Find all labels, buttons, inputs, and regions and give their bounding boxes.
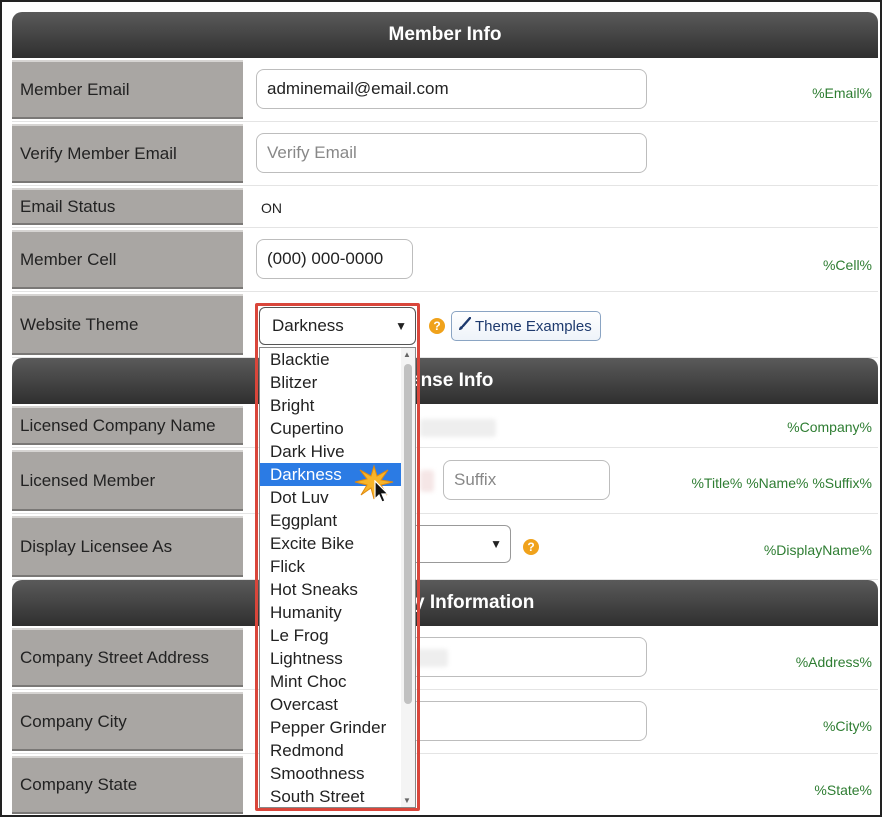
member-cell-label: Member Cell bbox=[12, 230, 243, 289]
redacted-name-field bbox=[420, 470, 434, 492]
row-member-email: Member Email adminemail@email.com %Email… bbox=[12, 58, 878, 122]
state-merge-code: %State% bbox=[814, 782, 872, 798]
email-status-value: ON bbox=[261, 200, 282, 216]
help-icon[interactable]: ? bbox=[523, 539, 539, 555]
website-theme-label: Website Theme bbox=[12, 294, 243, 355]
mouse-cursor-icon bbox=[374, 479, 390, 509]
member-merge-code: %Title% %Name% %Suffix% bbox=[691, 475, 872, 491]
row-email-status: Email Status ON bbox=[12, 186, 878, 228]
help-icon[interactable]: ? bbox=[429, 318, 445, 334]
cell-merge-code: %Cell% bbox=[822, 257, 872, 273]
member-email-input[interactable]: adminemail@email.com bbox=[256, 69, 647, 109]
theme-examples-button[interactable]: Theme Examples bbox=[451, 311, 601, 341]
member-email-label: Member Email bbox=[12, 60, 243, 119]
company-street-label: Company Street Address bbox=[12, 628, 243, 687]
address-merge-code: %Address% bbox=[795, 654, 872, 670]
company-city-input[interactable] bbox=[406, 701, 647, 741]
page-frame: Member Info Member Email adminemail@emai… bbox=[0, 0, 882, 817]
row-company-city: Company City %City% bbox=[12, 690, 878, 754]
row-display-licensee: Display Licensee As ▼ ? %DisplayName% bbox=[12, 514, 878, 580]
member-cell-input[interactable]: (000) 000-0000 bbox=[256, 239, 413, 279]
row-website-theme: Website Theme ? Theme Examples bbox=[12, 292, 878, 358]
member-email-value: adminemail@email.com bbox=[267, 79, 449, 98]
verify-email-input[interactable]: Verify Email bbox=[256, 133, 647, 173]
licensed-member-label: Licensed Member bbox=[12, 450, 243, 511]
display-name-merge-code: %DisplayName% bbox=[763, 542, 872, 558]
member-cell-value: (000) 000-0000 bbox=[267, 249, 384, 268]
row-company-state: Company State %State% bbox=[12, 754, 878, 816]
row-company-street: Company Street Address %Address% bbox=[12, 626, 878, 690]
verify-email-label: Verify Member Email bbox=[12, 124, 243, 183]
email-status-label: Email Status bbox=[12, 188, 243, 225]
section-title: y Information bbox=[414, 592, 535, 613]
verify-email-placeholder: Verify Email bbox=[267, 143, 357, 162]
display-licensee-select[interactable]: ▼ bbox=[406, 525, 511, 563]
company-state-label: Company State bbox=[12, 756, 243, 814]
row-licensed-member: Licensed Member Suffix %Title% %Name% %S… bbox=[12, 448, 878, 514]
company-merge-code: %Company% bbox=[787, 419, 872, 435]
chevron-down-icon: ▼ bbox=[490, 537, 502, 551]
redacted-company-name bbox=[420, 419, 496, 437]
suffix-placeholder: Suffix bbox=[454, 470, 497, 489]
brush-icon bbox=[458, 316, 472, 335]
row-licensed-company: Licensed Company Name %Company% bbox=[12, 404, 878, 448]
suffix-input[interactable]: Suffix bbox=[443, 460, 610, 500]
row-member-cell: Member Cell (000) 000-0000 %Cell% bbox=[12, 228, 878, 292]
email-merge-code: %Email% bbox=[812, 85, 872, 101]
company-street-input[interactable] bbox=[406, 637, 647, 677]
section-header-member-info: Member Info bbox=[12, 12, 878, 58]
section-header-company-info: y Information bbox=[12, 580, 878, 626]
city-merge-code: %City% bbox=[822, 718, 872, 734]
display-licensee-label: Display Licensee As bbox=[12, 516, 243, 577]
section-title: ense Info bbox=[410, 370, 494, 391]
company-city-label: Company City bbox=[12, 692, 243, 751]
theme-examples-label: Theme Examples bbox=[475, 317, 592, 335]
dropdown-highlight-box bbox=[255, 303, 420, 811]
row-verify-email: Verify Member Email Verify Email bbox=[12, 122, 878, 186]
section-header-license-info: ense Info bbox=[12, 358, 878, 404]
licensed-company-label: Licensed Company Name bbox=[12, 406, 243, 445]
section-title: Member Info bbox=[388, 24, 502, 45]
